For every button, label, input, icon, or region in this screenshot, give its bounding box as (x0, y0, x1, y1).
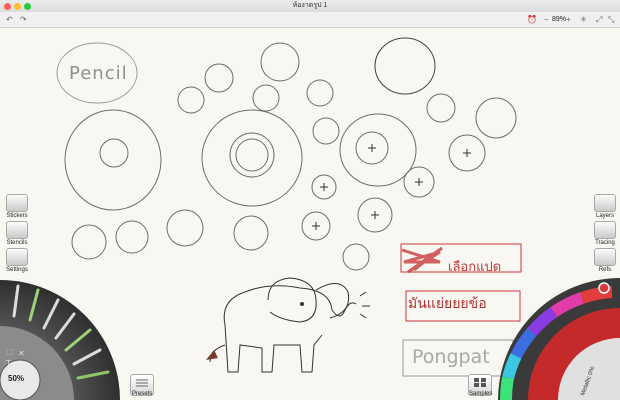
fullscreen-icon[interactable]: ⤢ (596, 12, 602, 27)
pencil-handwriting: Pencil (69, 63, 128, 84)
elephant-tail-tuft (206, 350, 218, 360)
thai-text-2: มันแย่ยยยข้อ (408, 296, 487, 312)
presets-label: Presets (132, 391, 153, 397)
zoom-in-button[interactable]: + (566, 12, 571, 27)
symmetry-icon[interactable]: ✳ (580, 12, 587, 27)
tracing-label: Tracing (595, 240, 615, 246)
tracing-icon (594, 221, 616, 239)
refs-icon (594, 248, 616, 266)
timer-icon[interactable]: ⏰ (527, 12, 537, 27)
settings-button[interactable]: Settings (4, 248, 30, 278)
selected-color-swatch (598, 282, 610, 294)
scribble (401, 246, 443, 274)
elephant-drawing (209, 277, 370, 373)
zoom-out-button[interactable]: − (544, 12, 549, 27)
settings-sliders-icon (6, 248, 28, 266)
layers-button[interactable]: Layers (592, 194, 618, 224)
text-tool-icon: T (5, 359, 11, 368)
stencils-icon (6, 221, 28, 239)
samples-icon (474, 378, 486, 387)
thai-text-1: เลือกแปด (448, 260, 502, 275)
large-ring (339, 113, 417, 187)
redo-icon[interactable]: ↷ (20, 12, 27, 27)
color-picker-wheel[interactable]: Metallic 0% (496, 278, 620, 400)
stickers-icon (6, 194, 28, 212)
stencils-label: Stencils (6, 240, 28, 246)
stencils-button[interactable]: Stencils (4, 221, 30, 251)
zoom-level: 89% (552, 16, 567, 23)
collapse-icon[interactable]: ⤡ (608, 12, 614, 27)
presets-icon (136, 379, 148, 387)
refs-label: Refs (598, 267, 612, 273)
layers-label: Layers (595, 213, 614, 219)
tracing-button[interactable]: Tracing (592, 221, 618, 251)
large-ring (64, 109, 162, 211)
tool-wheel[interactable]: 50% ⬚ ✕ T (0, 280, 130, 400)
refs-button[interactable]: Refs (592, 248, 618, 278)
selection-tool-icon: ⬚ (6, 347, 14, 356)
stickers-label: Stickers (6, 213, 28, 219)
large-ring (201, 109, 303, 207)
toolbar: ↶ ↷ ⏰ − 89% + ✳ ⤢ ⤡ (0, 12, 620, 28)
stickers-button[interactable]: Stickers (4, 194, 30, 224)
layers-icon (594, 194, 616, 212)
name-handwriting: Pongpat (412, 346, 490, 368)
samples-label: Samples (469, 391, 493, 397)
brush-size-readout: 50% (8, 374, 24, 383)
undo-icon[interactable]: ↶ (6, 12, 13, 27)
settings-label: Settings (6, 267, 28, 273)
window-title: ห้องาดรูป 1 (292, 2, 328, 9)
transform-tool-icon: ✕ (18, 349, 25, 358)
